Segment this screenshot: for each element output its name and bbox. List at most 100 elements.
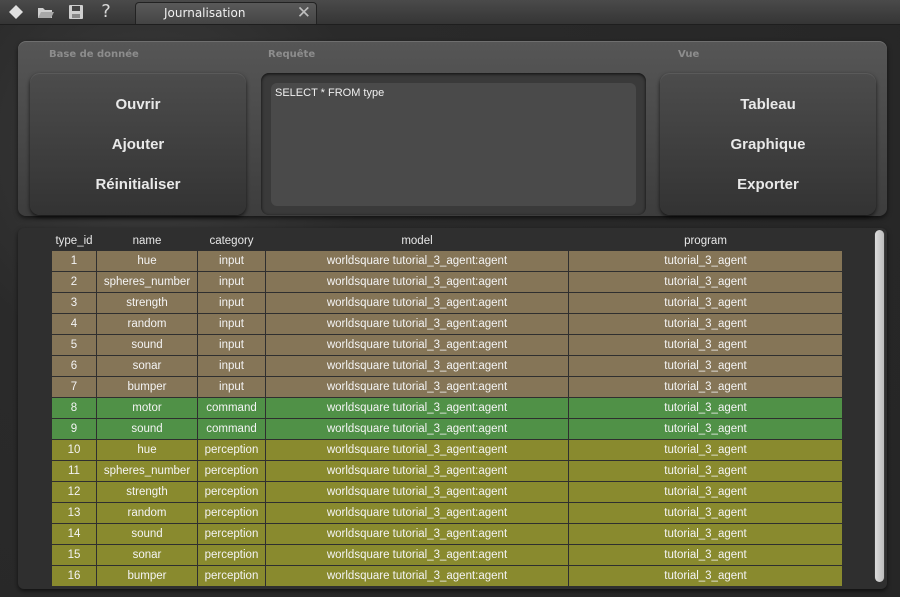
cell-name: spheres_number	[97, 272, 197, 292]
cell-type-id: 15	[52, 545, 96, 565]
cell-name: bumper	[97, 377, 197, 397]
table-view-button[interactable]: Tableau	[660, 96, 876, 113]
results-panel: type_id name category model program 1 hue…	[18, 228, 887, 589]
diamond-icon[interactable]	[6, 2, 26, 22]
cell-category: input	[198, 335, 265, 355]
cell-category: perception	[198, 524, 265, 544]
column-header-type-id[interactable]: type_id	[52, 232, 96, 250]
close-icon[interactable]: ✕	[297, 3, 311, 23]
table-header-row: type_id name category model program	[52, 232, 842, 250]
cell-category: command	[198, 398, 265, 418]
table-row[interactable]: 14 sound perception worldsquare tutorial_3_…	[52, 524, 842, 544]
cell-category: perception	[198, 503, 265, 523]
cell-type-id: 14	[52, 524, 96, 544]
cell-program: tutorial_3_agent	[569, 419, 842, 439]
cell-model: worldsquare tutorial_3_agent:agent	[266, 272, 568, 292]
database-group-title: Base de donnée	[49, 49, 139, 60]
table-row[interactable]: 13 random perception worldsquare tutorial_3…	[52, 503, 842, 523]
cell-name: sound	[97, 419, 197, 439]
cell-model: worldsquare tutorial_3_agent:agent	[266, 335, 568, 355]
cell-type-id: 10	[52, 440, 96, 460]
graph-view-button[interactable]: Graphique	[660, 136, 876, 153]
cell-name: sonar	[97, 545, 197, 565]
scrollbar-thumb[interactable]	[875, 230, 884, 582]
cell-model: worldsquare tutorial_3_agent:agent	[266, 398, 568, 418]
cell-category: input	[198, 251, 265, 271]
cell-name: hue	[97, 251, 197, 271]
cell-program: tutorial_3_agent	[569, 440, 842, 460]
cell-type-id: 16	[52, 566, 96, 586]
cell-model: worldsquare tutorial_3_agent:agent	[266, 314, 568, 334]
cell-model: worldsquare tutorial_3_agent:agent	[266, 440, 568, 460]
table-row[interactable]: 11 spheres_number perception worldsquare tu…	[52, 461, 842, 481]
cell-category: perception	[198, 566, 265, 586]
cell-program: tutorial_3_agent	[569, 461, 842, 481]
cell-program: tutorial_3_agent	[569, 482, 842, 502]
cell-program: tutorial_3_agent	[569, 356, 842, 376]
table-row[interactable]: 7 bumper input worldsquare tutorial_3_agent…	[52, 377, 842, 397]
export-button[interactable]: Exporter	[660, 176, 876, 193]
cell-program: tutorial_3_agent	[569, 293, 842, 313]
cell-type-id: 7	[52, 377, 96, 397]
cell-model: worldsquare tutorial_3_agent:agent	[266, 503, 568, 523]
table-row[interactable]: 16 bumper perception worldsquare tutorial_3…	[52, 566, 842, 586]
view-button-group: Tableau Graphique Exporter	[660, 73, 876, 215]
cell-type-id: 12	[52, 482, 96, 502]
column-header-name[interactable]: name	[97, 232, 197, 250]
tab-journalisation[interactable]: Journalisation ✕	[135, 2, 317, 24]
help-icon[interactable]: ?	[96, 2, 116, 22]
cell-type-id: 5	[52, 335, 96, 355]
database-button-group: Ouvrir Ajouter Réinitialiser	[30, 73, 246, 215]
cell-category: input	[198, 377, 265, 397]
cell-program: tutorial_3_agent	[569, 335, 842, 355]
cell-program: tutorial_3_agent	[569, 377, 842, 397]
cell-category: perception	[198, 461, 265, 481]
cell-type-id: 6	[52, 356, 96, 376]
cell-type-id: 3	[52, 293, 96, 313]
cell-name: bumper	[97, 566, 197, 586]
table-row[interactable]: 15 sonar perception worldsquare tutorial_3_…	[52, 545, 842, 565]
open-button[interactable]: Ouvrir	[30, 96, 246, 113]
table-row[interactable]: 2 spheres_number input worldsquare tutorial…	[52, 272, 842, 292]
cell-program: tutorial_3_agent	[569, 524, 842, 544]
column-header-category[interactable]: category	[198, 232, 265, 250]
column-header-model[interactable]: model	[266, 232, 568, 250]
cell-model: worldsquare tutorial_3_agent:agent	[266, 461, 568, 481]
query-group-title: Requête	[268, 49, 316, 60]
cell-model: worldsquare tutorial_3_agent:agent	[266, 356, 568, 376]
cell-category: input	[198, 356, 265, 376]
query-box: SELECT * FROM type	[261, 73, 646, 215]
cell-category: perception	[198, 482, 265, 502]
table-row[interactable]: 6 sonar input worldsquare tutorial_3_agent:…	[52, 356, 842, 376]
vertical-scrollbar[interactable]	[874, 230, 885, 582]
table-row[interactable]: 10 hue perception worldsquare tutorial_3_ag…	[52, 440, 842, 460]
cell-program: tutorial_3_agent	[569, 398, 842, 418]
table-row[interactable]: 4 random input worldsquare tutorial_3_agent…	[52, 314, 842, 334]
tab-label: Journalisation	[164, 6, 246, 20]
cell-program: tutorial_3_agent	[569, 272, 842, 292]
control-panel: Base de donnée Ouvrir Ajouter Réinitiali…	[18, 41, 887, 216]
save-icon[interactable]	[66, 2, 86, 22]
open-folder-icon[interactable]	[36, 2, 56, 22]
cell-category: command	[198, 419, 265, 439]
table-row[interactable]: 3 strength input worldsquare tutorial_3_age…	[52, 293, 842, 313]
cell-category: perception	[198, 545, 265, 565]
table-row[interactable]: 1 hue input worldsquare tutorial_3_agent:ag…	[52, 251, 842, 271]
table-row[interactable]: 8 motor command worldsquare tutorial_3_agen…	[52, 398, 842, 418]
add-button[interactable]: Ajouter	[30, 136, 246, 153]
view-group-title: Vue	[678, 49, 700, 60]
table-row[interactable]: 12 strength perception worldsquare tutorial…	[52, 482, 842, 502]
results-table: type_id name category model program 1 hue…	[51, 231, 843, 587]
cell-model: worldsquare tutorial_3_agent:agent	[266, 293, 568, 313]
cell-name: spheres_number	[97, 461, 197, 481]
cell-model: worldsquare tutorial_3_agent:agent	[266, 419, 568, 439]
cell-name: sonar	[97, 356, 197, 376]
cell-model: worldsquare tutorial_3_agent:agent	[266, 566, 568, 586]
table-row[interactable]: 9 sound command worldsquare tutorial_3_agen…	[52, 419, 842, 439]
reset-button[interactable]: Réinitialiser	[30, 176, 246, 193]
table-row[interactable]: 5 sound input worldsquare tutorial_3_agent:…	[52, 335, 842, 355]
cell-type-id: 13	[52, 503, 96, 523]
query-input[interactable]: SELECT * FROM type	[271, 83, 636, 206]
column-header-program[interactable]: program	[569, 232, 842, 250]
cell-name: sound	[97, 335, 197, 355]
